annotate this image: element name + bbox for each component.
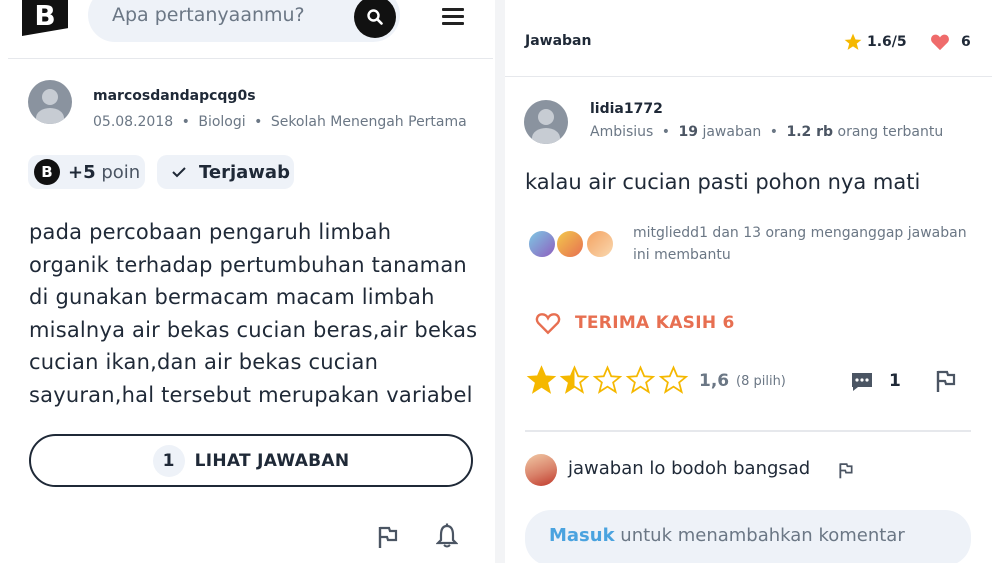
- flag-icon[interactable]: [935, 369, 957, 393]
- asker-username[interactable]: marcosdandapcqg0s: [93, 88, 256, 104]
- points-word: poin: [101, 161, 141, 183]
- question-line: organik terhadap pertumbuhan tanaman: [29, 252, 467, 277]
- question-level: Sekolah Menengah Pertama: [270, 114, 467, 130]
- helpful-line: mitgliedd1 dan 13 orang menganggap jawab…: [633, 225, 967, 241]
- answerer-helped-num: 1.2 rb: [786, 124, 834, 140]
- question-line: di gunakan bermacam macam limbah: [29, 285, 435, 309]
- rating-stars[interactable]: [525, 365, 690, 395]
- answerer-answers-num: 19: [678, 124, 698, 140]
- header-thanks-count: 6: [961, 34, 971, 50]
- answerer-avatar[interactable]: [524, 100, 568, 144]
- answerer-answers-word: jawaban: [702, 124, 762, 140]
- comment-icon[interactable]: [850, 371, 874, 393]
- helper-avatar: [585, 229, 615, 259]
- helper-avatar: [555, 229, 585, 259]
- star-icon: [844, 33, 862, 50]
- star-empty-icon[interactable]: [591, 365, 624, 395]
- answer-header-title: Jawaban: [525, 33, 592, 49]
- question-meta: 05.08.2018 • Biologi • Sekolah Menengah …: [93, 114, 467, 130]
- helpful-line: ini membantu: [633, 247, 731, 263]
- question-text: pada percobaan pengaruh limbah organik t…: [29, 216, 479, 411]
- question-panel: B Apa pertanyaanmu? marcosdandapcqg0s 05…: [0, 0, 495, 563]
- flag-icon[interactable]: [377, 525, 399, 549]
- see-answer-button[interactable]: 1 LIHAT JAWABAN: [29, 434, 473, 487]
- points-icon: B: [34, 159, 60, 185]
- question-subject[interactable]: Biologi: [198, 114, 245, 130]
- comment-count: 1: [889, 371, 901, 391]
- rating-votes: (8 pilih): [736, 374, 786, 389]
- question-line: pada percobaan pengaruh limbah: [29, 220, 392, 244]
- star-half-icon[interactable]: [558, 365, 591, 395]
- heart-icon: [931, 34, 949, 51]
- question-date: 05.08.2018: [93, 114, 174, 130]
- thanks-label: TERIMA KASIH 6: [575, 313, 735, 333]
- star-empty-icon[interactable]: [624, 365, 657, 395]
- heart-outline-icon: [535, 313, 561, 335]
- flag-icon[interactable]: [838, 462, 854, 479]
- search-icon: [367, 9, 383, 25]
- answerer-meta: Ambisius • 19 jawaban • 1.2 rb orang ter…: [590, 124, 944, 140]
- rating-value: 1,6: [699, 371, 730, 391]
- answer-text: kalau air cucian pasti pohon nya mati: [525, 170, 921, 194]
- star-filled-icon[interactable]: [525, 365, 558, 395]
- answerer-username[interactable]: lidia1772: [590, 101, 663, 117]
- answer-panel: Jawaban 1.6/5 6 lidia1772 Ambisius • 19 …: [505, 0, 1000, 563]
- brainly-logo[interactable]: B: [22, 0, 68, 36]
- asker-avatar[interactable]: [28, 80, 72, 124]
- search-placeholder[interactable]: Apa pertanyaanmu?: [112, 4, 305, 26]
- header-divider: [505, 76, 992, 77]
- thanks-button[interactable]: TERIMA KASIH 6: [535, 311, 735, 335]
- comment-input-placeholder: untuk menambahkan komentar: [620, 525, 905, 546]
- search-button[interactable]: [354, 0, 396, 38]
- helpful-info: mitgliedd1 dan 13 orang menganggap jawab…: [633, 222, 983, 266]
- points-badge: B +5 poin: [28, 155, 145, 189]
- answerer-helped-word: orang terbantu: [837, 124, 944, 140]
- login-link[interactable]: Masuk: [549, 525, 615, 546]
- comment-input[interactable]: Masuk untuk menambahkan komentar: [525, 510, 971, 563]
- answered-badge: Terjawab: [157, 155, 294, 189]
- question-line: cucian ikan,dan air bekas cucian: [29, 350, 379, 374]
- see-answer-label: LIHAT JAWABAN: [194, 450, 350, 471]
- answers-count: 1: [152, 444, 185, 477]
- menu-icon[interactable]: [442, 8, 464, 26]
- answered-label: Terjawab: [199, 161, 290, 183]
- search-bar[interactable]: Apa pertanyaanmu?: [88, 0, 400, 42]
- commenter-avatar[interactable]: [525, 454, 557, 486]
- points-value: +5: [68, 161, 96, 183]
- comment-text: jawaban lo bodoh bangsad: [568, 458, 811, 479]
- question-line: misalnya air bekas cucian beras,air beka…: [29, 317, 478, 342]
- check-icon: [172, 167, 186, 178]
- question-line: sayuran,hal tersebut merupakan variabel: [29, 382, 473, 407]
- comments-divider: [525, 430, 971, 432]
- top-divider: [8, 58, 493, 59]
- header-rating: 1.6/5: [867, 34, 907, 50]
- bell-icon[interactable]: [436, 523, 458, 549]
- panel-separator: [495, 0, 505, 563]
- helper-avatar: [527, 229, 557, 259]
- star-empty-icon[interactable]: [657, 365, 690, 395]
- answerer-rank: Ambisius: [590, 124, 654, 140]
- logo-letter: B: [34, 0, 56, 32]
